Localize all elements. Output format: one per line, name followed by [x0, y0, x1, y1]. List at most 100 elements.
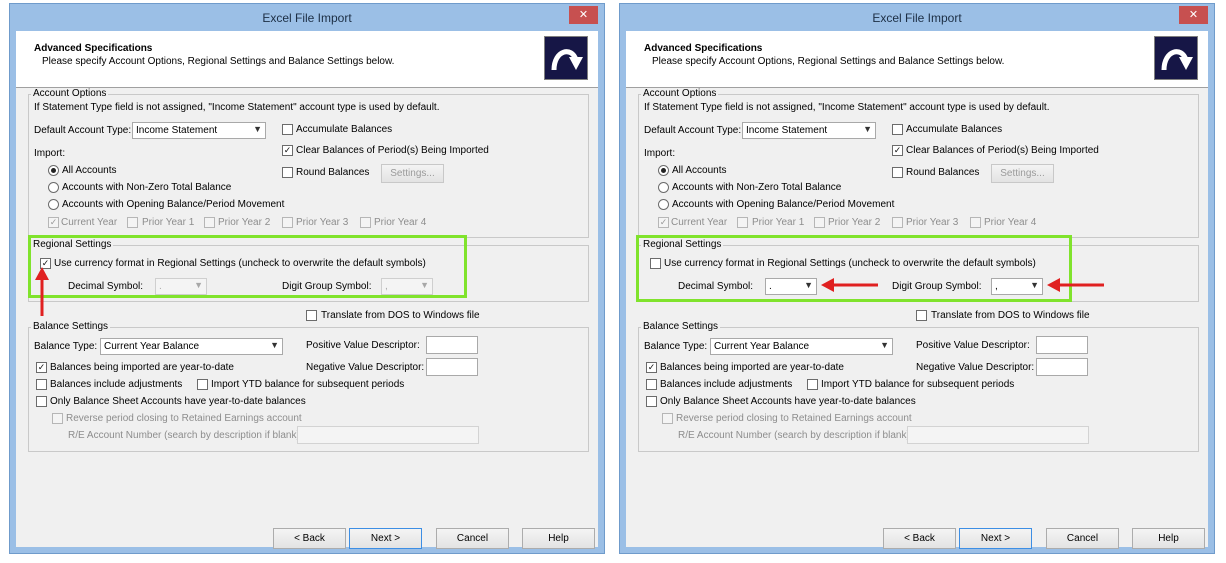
- header-subtitle: Please specify Account Options, Regional…: [42, 56, 395, 67]
- radio-all-accounts[interactable]: [658, 165, 669, 176]
- re-account-label: R/E Account Number (search by descriptio…: [68, 430, 303, 441]
- round-balances-checkbox[interactable]: [282, 167, 293, 178]
- cancel-button[interactable]: Cancel: [1046, 528, 1119, 549]
- balance-type-label: Balance Type:: [34, 341, 98, 352]
- chevron-down-icon: ▼: [253, 124, 262, 134]
- only-bs-checkbox[interactable]: [36, 396, 47, 407]
- round-balances-checkbox[interactable]: [892, 167, 903, 178]
- accumulate-balances-label: Accumulate Balances: [906, 124, 1003, 135]
- prior-year-3-checkbox[interactable]: [282, 217, 293, 228]
- prior-year-2-checkbox[interactable]: [204, 217, 215, 228]
- account-type-note: If Statement Type field is not assigned,…: [34, 102, 440, 113]
- default-account-type-value: Income Statement: [136, 125, 218, 136]
- accumulate-balances-label: Accumulate Balances: [296, 124, 393, 135]
- re-account-input[interactable]: [297, 426, 479, 444]
- translate-dos-checkbox[interactable]: [306, 310, 317, 321]
- red-left-arrow-icon: [821, 278, 878, 292]
- accumulate-balances-checkbox[interactable]: [282, 124, 293, 135]
- import-ytd-label: Import YTD balance for subsequent period…: [211, 379, 405, 390]
- ytd-label: Balances being imported are year-to-date: [660, 362, 844, 373]
- radio-all-accounts[interactable]: [48, 165, 59, 176]
- adjustments-label: Balances include adjustments: [50, 379, 183, 390]
- title-bar[interactable]: Excel File Import ✕: [620, 4, 1214, 30]
- clear-balances-checkbox[interactable]: ✓: [282, 145, 293, 156]
- header-subtitle: Please specify Account Options, Regional…: [652, 56, 1005, 67]
- balance-type-label: Balance Type:: [644, 341, 708, 352]
- ytd-checkbox[interactable]: ✓: [646, 362, 657, 373]
- reverse-closing-label: Reverse period closing to Retained Earni…: [66, 413, 302, 424]
- help-button[interactable]: Help: [522, 528, 595, 549]
- settings-button[interactable]: Settings...: [381, 164, 444, 183]
- radio-nonzero-accounts[interactable]: [658, 182, 669, 193]
- radio-all-accounts-label: All Accounts: [672, 165, 727, 176]
- translate-dos-label: Translate from DOS to Windows file: [931, 310, 1090, 321]
- current-year-checkbox[interactable]: ✓: [658, 217, 669, 228]
- next-button[interactable]: Next >: [959, 528, 1032, 549]
- next-button[interactable]: Next >: [349, 528, 422, 549]
- only-bs-checkbox[interactable]: [646, 396, 657, 407]
- radio-opening-label: Accounts with Opening Balance/Period Mov…: [62, 199, 285, 210]
- chevron-down-icon: ▼: [880, 340, 889, 350]
- adjustments-checkbox[interactable]: [646, 379, 657, 390]
- radio-all-accounts-label: All Accounts: [62, 165, 117, 176]
- re-account-input[interactable]: [907, 426, 1089, 444]
- round-balances-label: Round Balances: [906, 167, 980, 178]
- wizard-arrow-icon: [544, 36, 588, 80]
- import-ytd-label: Import YTD balance for subsequent period…: [821, 379, 1015, 390]
- radio-opening-label: Accounts with Opening Balance/Period Mov…: [672, 199, 895, 210]
- ytd-checkbox[interactable]: ✓: [36, 362, 47, 373]
- default-account-type-label: Default Account Type:: [644, 125, 742, 136]
- regional-settings-highlight-left: [28, 235, 467, 298]
- header-title: Advanced Specifications: [644, 43, 763, 54]
- close-button[interactable]: ✕: [569, 6, 598, 24]
- prior-year-1-checkbox[interactable]: [127, 217, 138, 228]
- clear-balances-checkbox[interactable]: ✓: [892, 145, 903, 156]
- balance-type-select[interactable]: Current Year Balance ▼: [710, 338, 893, 355]
- default-account-type-select[interactable]: Income Statement ▼: [742, 122, 876, 139]
- default-account-type-label: Default Account Type:: [34, 125, 132, 136]
- prior-year-1-label: Prior Year 1: [142, 217, 195, 228]
- reverse-closing-label: Reverse period closing to Retained Earni…: [676, 413, 912, 424]
- balance-type-value: Current Year Balance: [714, 341, 810, 352]
- prior-year-2-checkbox[interactable]: [814, 217, 825, 228]
- red-up-arrow-icon: [35, 267, 49, 316]
- back-button[interactable]: < Back: [883, 528, 956, 549]
- reverse-closing-checkbox[interactable]: [662, 413, 673, 424]
- title-bar[interactable]: Excel File Import ✕: [10, 4, 604, 30]
- settings-button[interactable]: Settings...: [991, 164, 1054, 183]
- positive-descriptor-input[interactable]: [1036, 336, 1088, 354]
- red-left-arrow-icon: [1047, 278, 1104, 292]
- import-ytd-checkbox[interactable]: [197, 379, 208, 390]
- current-year-checkbox[interactable]: ✓: [48, 217, 59, 228]
- accumulate-balances-checkbox[interactable]: [892, 124, 903, 135]
- radio-opening-balance[interactable]: [658, 199, 669, 210]
- reverse-closing-checkbox[interactable]: [52, 413, 63, 424]
- prior-year-3-label: Prior Year 3: [906, 217, 959, 228]
- help-button[interactable]: Help: [1132, 528, 1205, 549]
- balance-settings-label: Balance Settings: [31, 321, 111, 332]
- negative-descriptor-input[interactable]: [1036, 358, 1088, 376]
- balance-type-value: Current Year Balance: [104, 341, 200, 352]
- prior-year-4-checkbox[interactable]: [970, 217, 981, 228]
- default-account-type-value: Income Statement: [746, 125, 828, 136]
- import-ytd-checkbox[interactable]: [807, 379, 818, 390]
- positive-descriptor-input[interactable]: [426, 336, 478, 354]
- import-label: Import:: [644, 148, 676, 159]
- default-account-type-select[interactable]: Income Statement ▼: [132, 122, 266, 139]
- wizard-header: Advanced Specifications Please specify A…: [16, 31, 598, 88]
- radio-opening-balance[interactable]: [48, 199, 59, 210]
- close-button[interactable]: ✕: [1179, 6, 1208, 24]
- balance-settings-label: Balance Settings: [641, 321, 721, 332]
- only-bs-label: Only Balance Sheet Accounts have year-to…: [50, 396, 306, 407]
- prior-year-4-checkbox[interactable]: [360, 217, 371, 228]
- radio-nonzero-accounts[interactable]: [48, 182, 59, 193]
- prior-year-3-checkbox[interactable]: [892, 217, 903, 228]
- balance-type-select[interactable]: Current Year Balance ▼: [100, 338, 283, 355]
- prior-year-4-label: Prior Year 4: [984, 217, 1037, 228]
- prior-year-1-checkbox[interactable]: [737, 217, 748, 228]
- cancel-button[interactable]: Cancel: [436, 528, 509, 549]
- translate-dos-checkbox[interactable]: [916, 310, 927, 321]
- negative-descriptor-input[interactable]: [426, 358, 478, 376]
- adjustments-checkbox[interactable]: [36, 379, 47, 390]
- back-button[interactable]: < Back: [273, 528, 346, 549]
